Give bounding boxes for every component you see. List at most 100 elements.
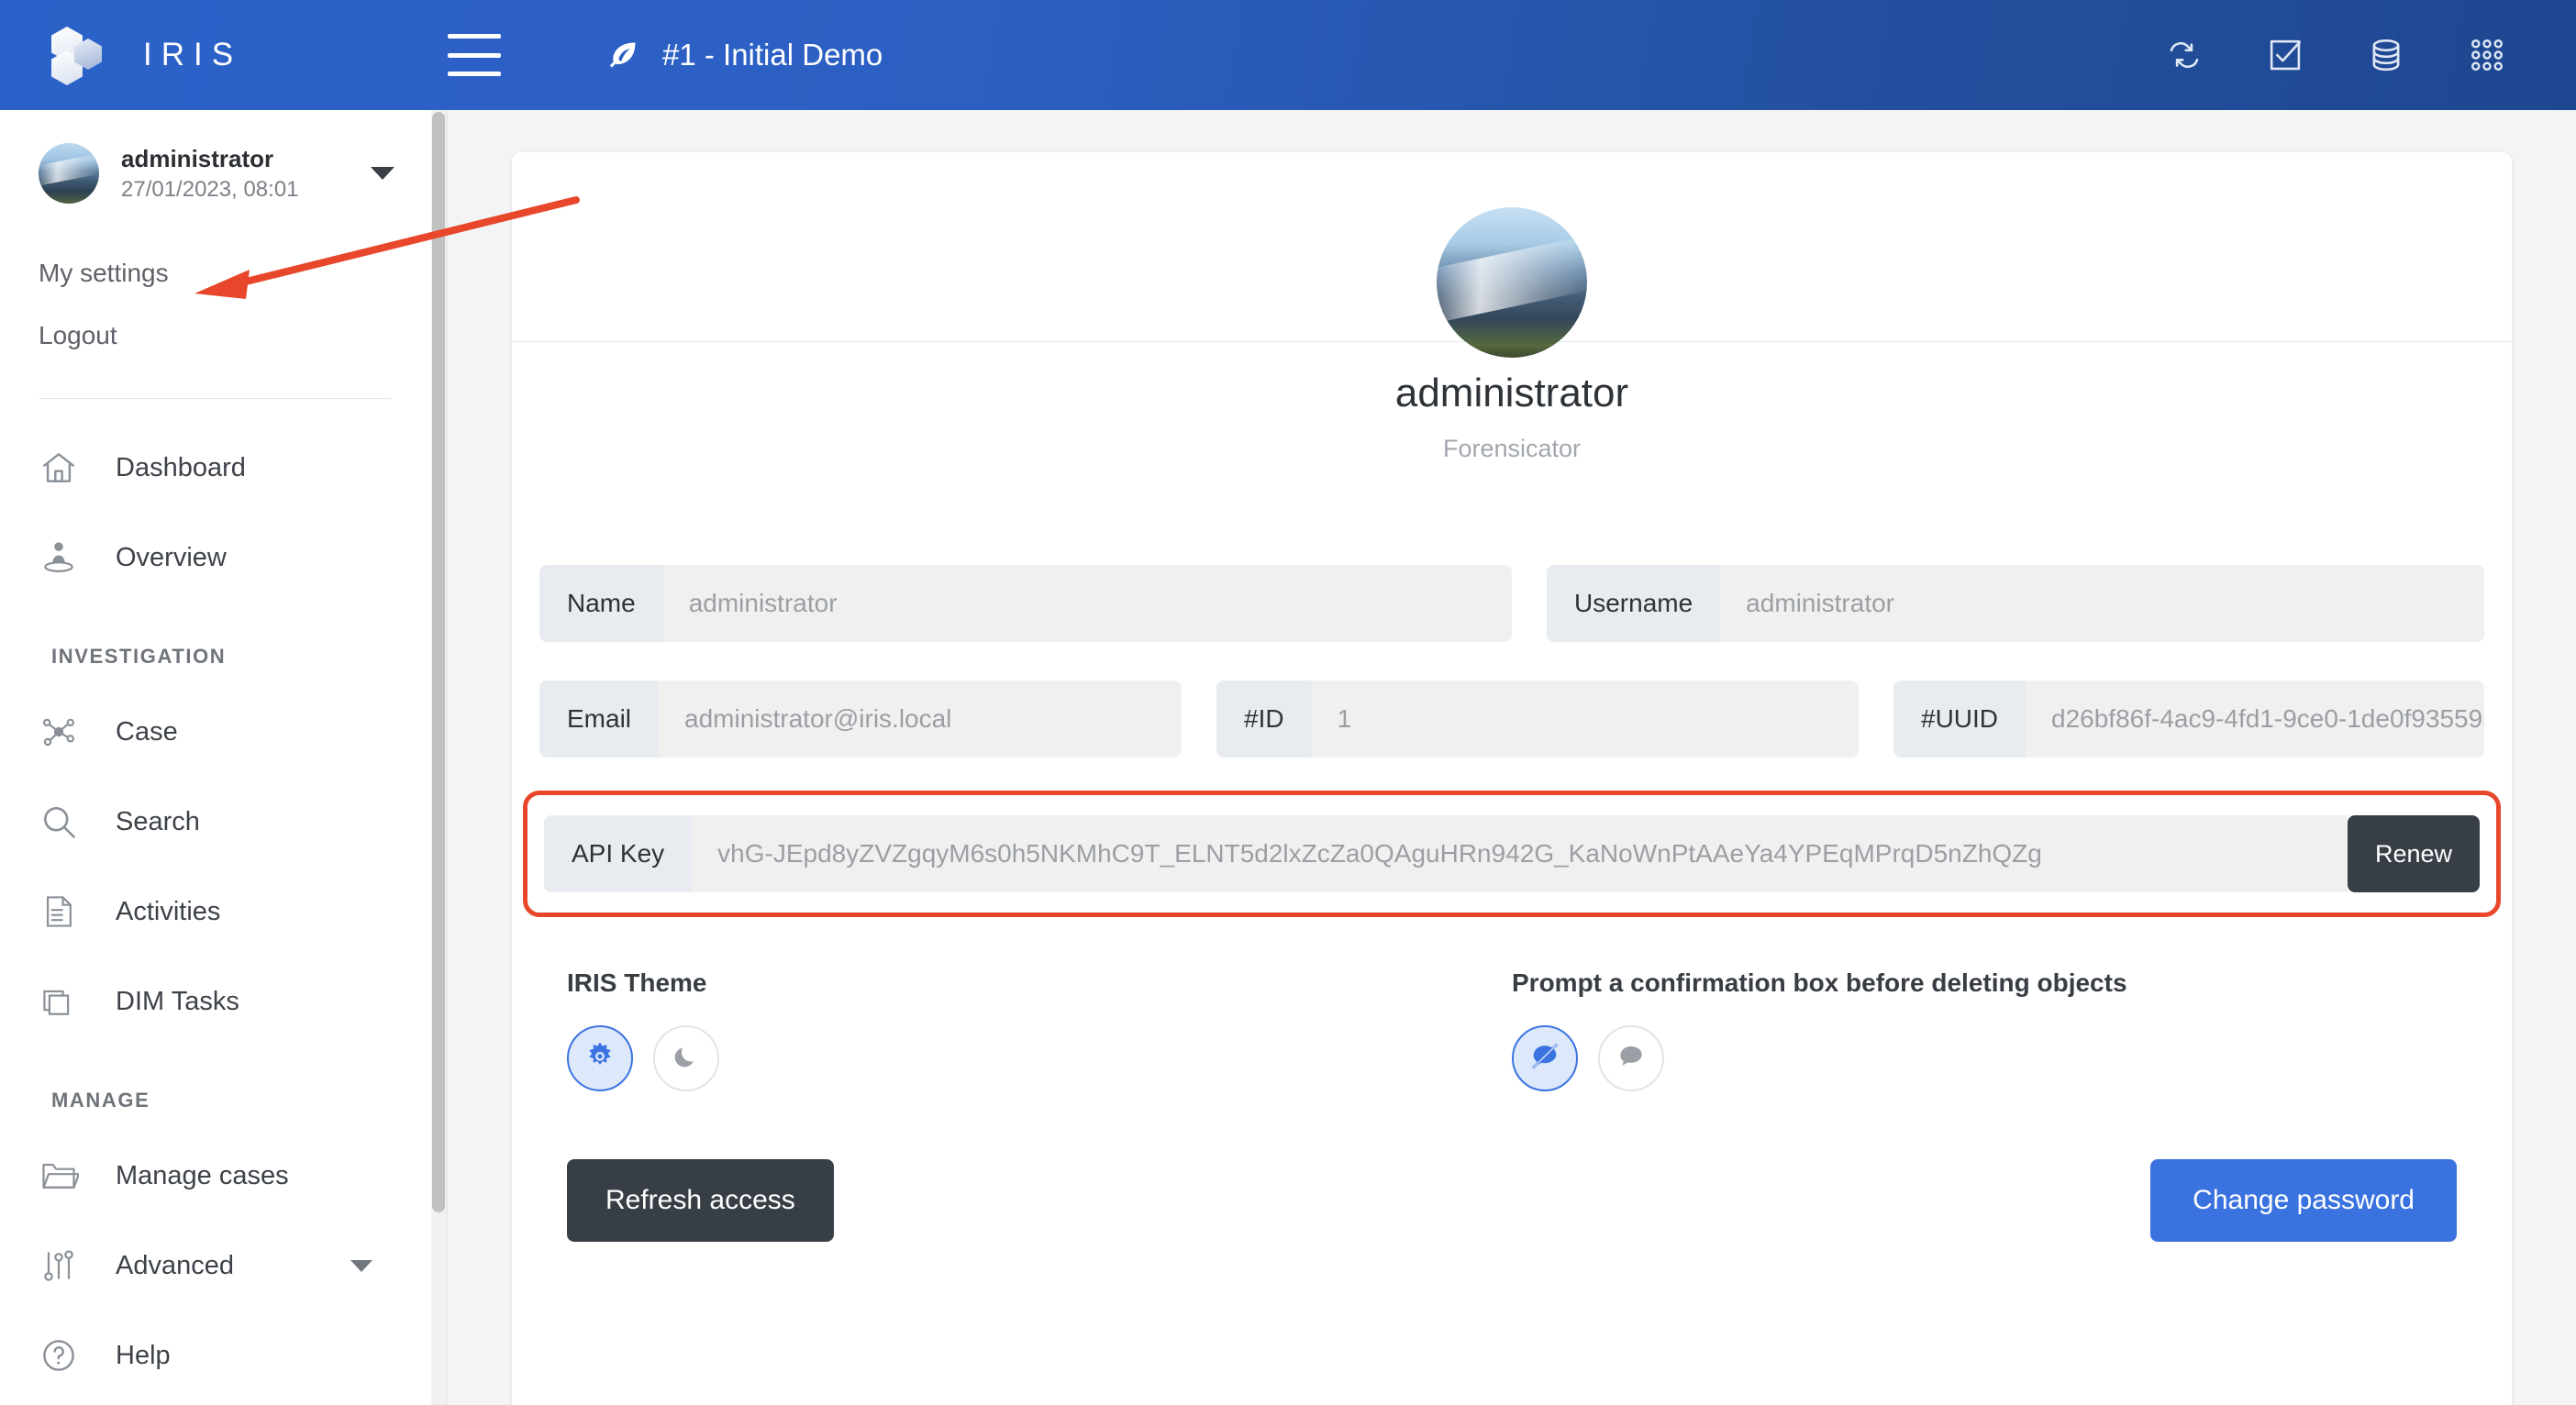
api-key-field-value[interactable]: vhG-JEpd8yZVZgqyM6s0h5NKMhC9T_ELNT5d2lxZ…	[692, 815, 2348, 892]
sidebar-item-advanced[interactable]: Advanced	[0, 1221, 429, 1311]
email-field-label: Email	[539, 680, 659, 758]
name-field[interactable]: Name administrator	[539, 565, 1512, 642]
theme-setting-title: IRIS Theme	[567, 968, 1512, 998]
sidebar-label: DIM Tasks	[116, 987, 239, 1017]
moon-icon	[671, 1041, 702, 1077]
sidebar-item-dim-tasks[interactable]: DIM Tasks	[0, 957, 429, 1046]
sidebar-label: Advanced	[116, 1251, 234, 1281]
uuid-field[interactable]: #UUID d26bf86f-4ac9-4fd1-9ce0-1de0f93559…	[1893, 680, 2484, 758]
sidebar-section-manage: MANAGE	[0, 1046, 429, 1131]
current-case-title[interactable]: #1 - Initial Demo	[605, 38, 883, 72]
page-title: administrator	[512, 371, 2512, 416]
name-field-value[interactable]: administrator	[663, 565, 1512, 642]
sync-icon[interactable]	[2163, 34, 2205, 76]
sidebar-user-block[interactable]: administrator 27/01/2023, 08:01	[0, 110, 429, 222]
sidebar-item-search[interactable]: Search	[0, 777, 429, 867]
refresh-access-button[interactable]: Refresh access	[567, 1159, 834, 1242]
uuid-field-value[interactable]: d26bf86f-4ac9-4fd1-9ce0-1de0f935595	[2026, 680, 2484, 758]
sidebar-item-activities[interactable]: Activities	[0, 867, 429, 957]
database-icon[interactable]	[2365, 34, 2407, 76]
chevron-down-icon[interactable]	[350, 1260, 372, 1272]
sidebar-label: Dashboard	[116, 453, 246, 483]
sidebar-section-investigation: INVESTIGATION	[0, 603, 429, 687]
sidebar-user-name: administrator	[121, 144, 299, 174]
change-password-button[interactable]: Change password	[2150, 1159, 2457, 1242]
sidebar-item-my-settings[interactable]: My settings	[39, 242, 429, 304]
iris-hexagon-logo-icon	[51, 27, 119, 83]
app-root: IRIS #1 - Initial Demo	[0, 0, 2576, 1405]
preferences-section: IRIS Theme	[539, 917, 2484, 1091]
id-field-label: #ID	[1216, 680, 1312, 758]
avatar[interactable]	[1437, 207, 1587, 358]
email-field-value[interactable]: administrator@iris.local	[659, 680, 1182, 758]
delete-confirm-title: Prompt a confirmation box before deletin…	[1512, 968, 2457, 998]
brand-logo[interactable]: IRIS	[0, 0, 429, 110]
delete-confirm-setting: Prompt a confirmation box before deletin…	[1512, 968, 2457, 1091]
username-field-value[interactable]: administrator	[1720, 565, 2484, 642]
sun-icon	[583, 1040, 616, 1078]
card-actions: Refresh access Change password	[539, 1091, 2484, 1242]
theme-toggle-group	[567, 1025, 1512, 1091]
case-title-text: #1 - Initial Demo	[662, 38, 883, 72]
sidebar-user-date: 27/01/2023, 08:01	[121, 177, 299, 203]
sidebar-item-manage-cases[interactable]: Manage cases	[0, 1131, 429, 1221]
email-field[interactable]: Email administrator@iris.local	[539, 680, 1182, 758]
comment-icon	[1616, 1041, 1647, 1077]
avatar	[39, 143, 99, 204]
brand-name: IRIS	[143, 37, 242, 73]
id-field-value[interactable]: 1	[1312, 680, 1859, 758]
username-field-label: Username	[1547, 565, 1720, 642]
task-check-icon[interactable]	[2264, 34, 2306, 76]
sliders-icon	[39, 1245, 90, 1286]
document-list-icon	[39, 891, 90, 932]
leaf-icon	[605, 38, 640, 72]
form-row-contact: Email administrator@iris.local #ID 1 #UU…	[539, 680, 2484, 796]
folder-open-icon	[39, 1156, 90, 1196]
top-navigation-bar: IRIS #1 - Initial Demo	[0, 0, 2576, 110]
sidebar-item-overview[interactable]: Overview	[0, 513, 429, 603]
profile-card: administrator Forensicator Name administ…	[512, 152, 2512, 1405]
name-field-label: Name	[539, 565, 663, 642]
delete-confirm-toggle-group	[1512, 1025, 2457, 1091]
uuid-field-label: #UUID	[1893, 680, 2026, 758]
sidebar-label: Help	[116, 1341, 171, 1371]
stacked-windows-icon	[39, 981, 90, 1022]
sidebar-user-links: My settings Logout	[0, 222, 429, 382]
main-content: administrator Forensicator Name administ…	[448, 110, 2576, 1405]
api-key-field[interactable]: API Key vhG-JEpd8yZVZgqyM6s0h5NKMhC9T_EL…	[544, 815, 2480, 892]
prompt-on-toggle[interactable]	[1598, 1025, 1664, 1091]
id-field[interactable]: #ID 1	[1216, 680, 1859, 758]
sidebar-user-meta: administrator 27/01/2023, 08:01	[121, 144, 299, 204]
prompt-off-toggle[interactable]	[1512, 1025, 1578, 1091]
light-theme-toggle[interactable]	[567, 1025, 633, 1091]
magnifier-icon	[39, 802, 90, 842]
username-field[interactable]: Username administrator	[1547, 565, 2484, 642]
home-icon	[39, 448, 90, 488]
sidebar-item-help[interactable]: Help	[0, 1311, 429, 1400]
sidebar-label: Activities	[116, 897, 220, 927]
sidebar-item-logout[interactable]: Logout	[39, 304, 429, 367]
sidebar-label: Overview	[116, 543, 227, 573]
sidebar-label: Case	[116, 717, 178, 747]
sidebar-item-case[interactable]: Case	[0, 687, 429, 777]
form-row-identity: Name administrator Username administrato…	[539, 565, 2484, 680]
dark-theme-toggle[interactable]	[653, 1025, 719, 1091]
profile-form: Name administrator Username administrato…	[512, 455, 2512, 1242]
profile-role: Forensicator	[512, 435, 2512, 463]
sidebar-label: Search	[116, 807, 200, 837]
api-key-field-label: API Key	[544, 815, 692, 892]
topbar-actions	[2163, 34, 2576, 76]
sidebar-label: Manage cases	[116, 1161, 289, 1191]
hamburger-icon[interactable]	[448, 34, 501, 76]
apps-grid-icon[interactable]	[2466, 34, 2508, 76]
api-key-highlight-box: API Key vhG-JEpd8yZVZgqyM6s0h5NKMhC9T_EL…	[523, 791, 2501, 917]
sidebar-item-dashboard[interactable]: Dashboard	[0, 423, 429, 513]
sidebar-scrollbar-thumb[interactable]	[432, 112, 445, 1212]
renew-api-key-button[interactable]: Renew	[2348, 815, 2480, 892]
comment-slash-icon	[1528, 1040, 1561, 1078]
person-pin-icon	[39, 537, 90, 578]
theme-setting: IRIS Theme	[567, 968, 1512, 1091]
chevron-down-icon[interactable]	[371, 167, 394, 180]
graph-nodes-icon	[39, 712, 90, 752]
profile-header: administrator Forensicator	[512, 152, 2512, 455]
